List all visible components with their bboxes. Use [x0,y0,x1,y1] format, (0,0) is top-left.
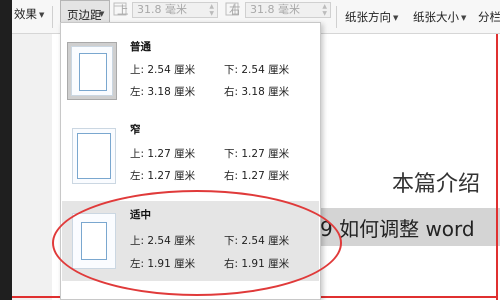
page-thumbnail-icon [67,42,117,100]
right-margin-label: 右 [229,3,241,17]
paper-size-label: 纸张大小 [413,10,459,24]
top-margin-label: 上 [117,3,129,17]
effects-label: 效果 [14,7,37,21]
chevron-down-icon: ▼ [461,13,467,22]
option-title: 适中 [130,209,151,221]
margin-option-moderate[interactable]: 适中 上: 2.54 厘米 下: 2.54 厘米 左: 1.91 厘米 右: 1… [62,201,319,281]
option-right: 右: 1.91 厘米 [224,258,290,270]
page-margin-area [12,34,52,300]
paper-size-button[interactable]: 纸张大小 ▼ [413,9,466,25]
option-bottom: 下: 2.54 厘米 [224,235,290,247]
spinner-arrows-icon[interactable]: ▲ ▼ [322,3,327,17]
margins-dropdown: 普通 上: 2.54 厘米 下: 2.54 厘米 左: 3.18 厘米 右: 3… [60,22,321,300]
right-margin-value: 31.8 毫米 [250,3,300,16]
option-top: 上: 2.54 厘米 [130,64,196,76]
chevron-down-icon: ▼ [39,10,45,19]
columns-button[interactable]: 分栏 [478,9,500,25]
page-thumbnail-icon [72,213,116,269]
margin-option-normal[interactable]: 普通 上: 2.54 厘米 下: 2.54 厘米 左: 3.18 厘米 右: 3… [62,35,319,115]
page-thumbnail-icon [72,128,116,184]
divider [52,6,53,28]
top-margin-input[interactable]: 31.8 毫米 ▲ ▼ [132,2,218,18]
document-subtitle: 9 如何调整 word [320,217,475,241]
option-top: 上: 2.54 厘米 [130,235,196,247]
option-right: 右: 3.18 厘米 [224,86,290,98]
margins-label: 页边距 [67,8,102,22]
chevron-down-icon: ▼ [99,10,105,18]
option-top: 上: 1.27 厘米 [130,148,196,160]
option-bottom: 下: 2.54 厘米 [224,64,290,76]
right-margin-input[interactable]: 31.8 毫米 ▲ ▼ [245,2,331,18]
option-left: 左: 3.18 厘米 [130,86,196,98]
orientation-button[interactable]: 纸张方向 ▼ [345,9,398,25]
option-left: 左: 1.91 厘米 [130,258,196,270]
option-title: 窄 [130,124,141,136]
columns-label: 分栏 [478,10,500,24]
option-right: 右: 1.27 厘米 [224,170,290,182]
window-edge [0,0,12,300]
option-title: 普通 [130,41,151,53]
chevron-down-icon: ▼ [393,13,399,22]
effects-button[interactable]: 效果 ▼ [14,6,44,22]
margin-option-narrow[interactable]: 窄 上: 1.27 厘米 下: 1.27 厘米 左: 1.27 厘米 右: 1.… [62,116,319,196]
orientation-label: 纸张方向 [345,10,391,24]
document-title: 本篇介绍 [392,172,481,197]
annotation-line [496,34,498,300]
top-margin-value: 31.8 毫米 [137,3,187,16]
option-bottom: 下: 1.27 厘米 [224,148,290,160]
divider [336,6,337,28]
option-left: 左: 1.27 厘米 [130,170,196,182]
next-option-edge [62,294,319,300]
spinner-arrows-icon[interactable]: ▲ ▼ [209,3,214,17]
